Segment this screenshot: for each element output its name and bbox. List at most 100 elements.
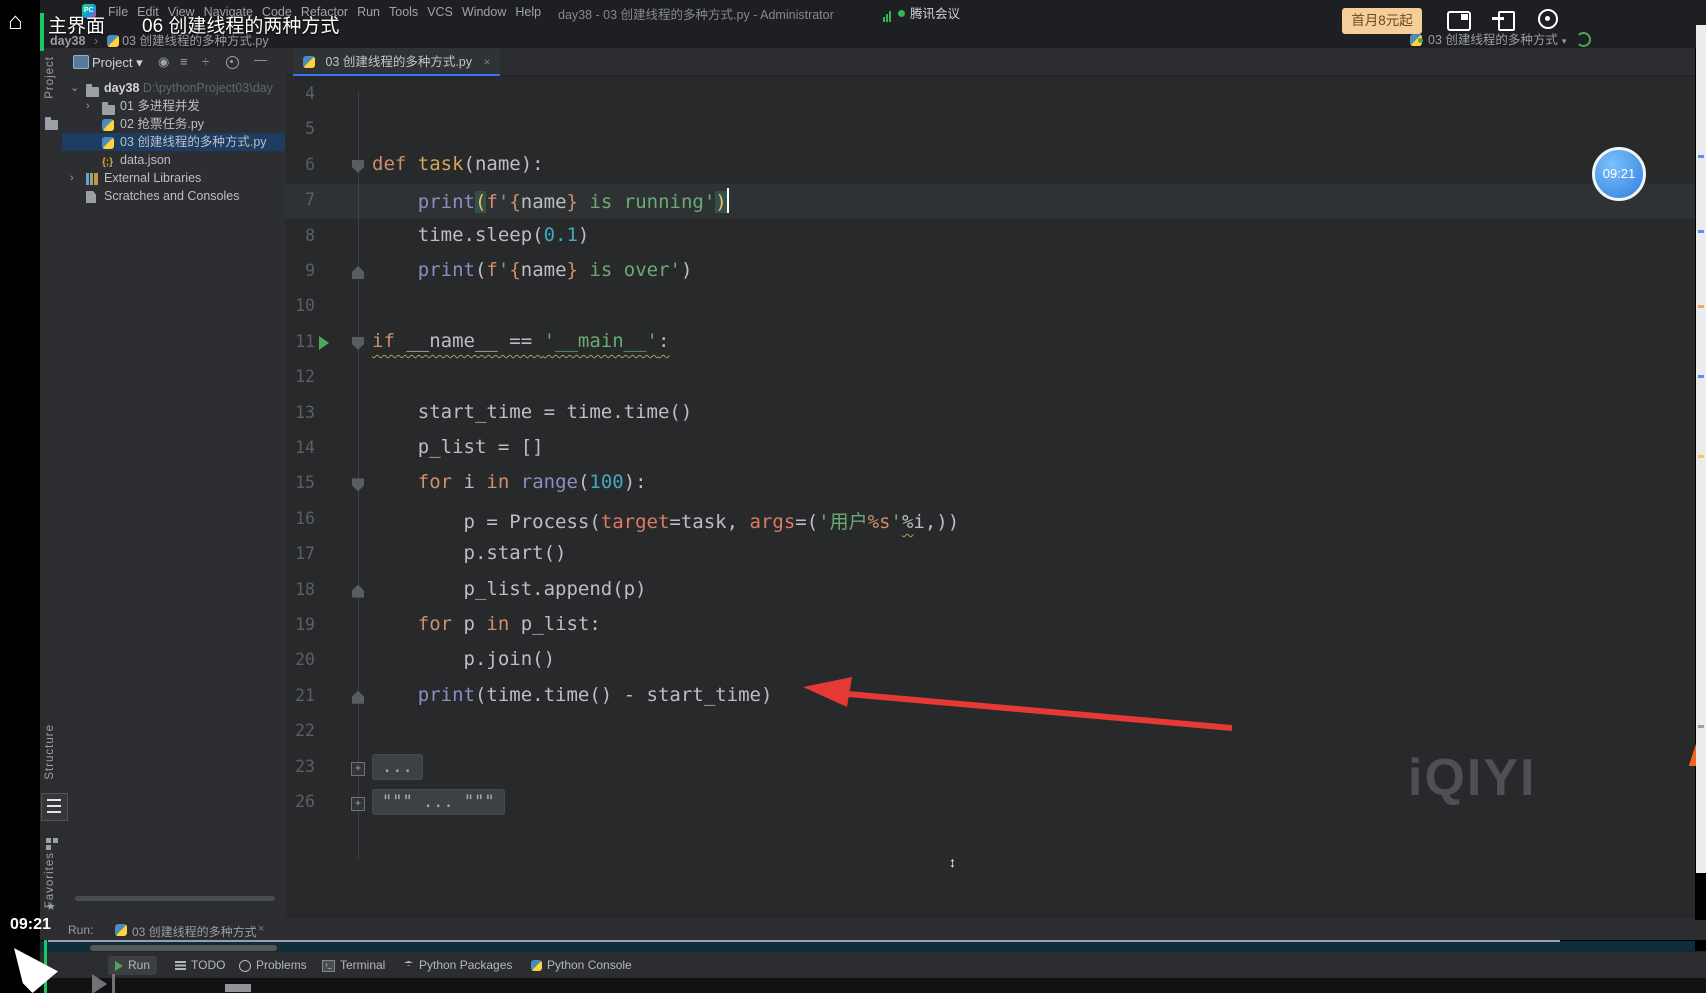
code-text[interactable]: for p in p_list: (372, 613, 601, 635)
play-icon[interactable] (92, 974, 107, 993)
line-number[interactable]: 9 (285, 261, 315, 280)
code-line[interactable]: 11 if __name__ == '__main__': (285, 326, 1685, 361)
project-panel-title[interactable]: Project ▾ (92, 55, 143, 71)
tree-item[interactable]: Scratches and Consoles (62, 187, 285, 205)
code-text[interactable]: start_time = time.time() (372, 401, 693, 423)
fold-marker-icon[interactable] (352, 478, 364, 492)
line-number[interactable]: 14 (285, 438, 315, 457)
menu-tools[interactable]: Tools (389, 5, 418, 19)
code-text[interactable]: time.sleep(0.1) (372, 224, 590, 246)
playlist-icon[interactable] (41, 793, 68, 821)
folder-icon[interactable] (45, 116, 58, 134)
line-number[interactable]: 20 (285, 650, 315, 669)
line-number[interactable]: 26 (285, 792, 315, 811)
code-text[interactable]: print(f'{name} is over') (372, 259, 693, 281)
code-line[interactable]: 5 (285, 113, 1685, 148)
tree-item[interactable]: ⌄ day38 D:\pythonProject03\day (62, 79, 285, 97)
code-line[interactable]: 18 p_list.append(p) (285, 574, 1685, 609)
settings-gear-icon[interactable] (1538, 9, 1558, 29)
tree-chevron-icon[interactable]: ⌄ (70, 79, 79, 97)
line-number[interactable]: 23 (285, 757, 315, 776)
close-icon[interactable]: × (483, 55, 490, 69)
video-seek-line[interactable] (48, 940, 1560, 942)
locate-icon[interactable]: ◉ (158, 54, 169, 70)
menu-help[interactable]: Help (515, 5, 541, 19)
toolwindow-button-python-packages[interactable]: Python Packages (396, 956, 519, 975)
menu-window[interactable]: Window (462, 5, 506, 19)
line-number[interactable]: 15 (285, 473, 315, 492)
menu-vcs[interactable]: VCS (427, 5, 453, 19)
code-text[interactable]: p_list = [] (372, 436, 544, 458)
code-line[interactable]: 17 p.start() (285, 538, 1685, 573)
code-line[interactable]: 19 for p in p_list: (285, 609, 1685, 644)
code-line[interactable]: 13 start_time = time.time() (285, 397, 1685, 432)
run-tab-title[interactable]: 03 创建线程的多种方式 (132, 923, 257, 940)
code-line[interactable]: 6 def task(name): (285, 149, 1685, 184)
code-text[interactable]: print(time.time() - start_time) (372, 684, 773, 706)
tree-item[interactable]: 02 抢票任务.py (62, 115, 285, 133)
floating-time-bubble[interactable]: 09:21 (1592, 147, 1646, 201)
close-icon[interactable]: × (258, 923, 264, 935)
run-gutter-icon[interactable] (319, 335, 329, 350)
stripe-project-button[interactable]: Project (44, 56, 56, 99)
line-number[interactable]: 19 (285, 615, 315, 634)
meeting-indicator[interactable]: 腾讯会议 (883, 3, 960, 22)
line-number[interactable]: 7 (285, 190, 315, 209)
code-line[interactable]: 4 (285, 78, 1685, 113)
code-text[interactable]: p = Process(target=task, args=('用户%s'%i,… (372, 507, 960, 534)
stripe-structure-button[interactable]: Structure (44, 724, 56, 780)
chevron-down-icon[interactable]: ▾ (1562, 36, 1567, 46)
rerun-icon[interactable] (1576, 32, 1592, 48)
line-number[interactable]: 10 (285, 296, 315, 315)
tree-chevron-icon[interactable]: › (70, 169, 74, 187)
line-number[interactable]: 4 (285, 84, 315, 103)
toolwindow-button-run[interactable]: Run (108, 956, 158, 975)
toolwindow-button-terminal[interactable]: ›_ Terminal (315, 956, 392, 975)
menu-file[interactable]: File (108, 5, 128, 19)
line-number[interactable]: 12 (285, 367, 315, 386)
code-line[interactable]: 16 p = Process(target=task, args=('用户%s'… (285, 503, 1685, 538)
tree-chevron-icon[interactable]: › (86, 97, 90, 115)
code-line[interactable]: 21 print(time.time() - start_time) (285, 680, 1685, 715)
unfold-marker-icon[interactable]: + (351, 761, 365, 776)
code-text[interactable]: def task(name): (372, 153, 544, 175)
editor-tab[interactable]: 03 创建线程的多种方式.py × (293, 48, 501, 76)
fold-marker-icon[interactable] (352, 336, 364, 350)
line-number[interactable]: 18 (285, 580, 315, 599)
tree-item[interactable]: {;} data.json (62, 151, 285, 169)
line-number[interactable]: 21 (285, 686, 315, 705)
line-number[interactable]: 17 (285, 544, 315, 563)
tree-item[interactable]: › 01 多进程并发 (62, 97, 285, 115)
home-icon[interactable]: ⌂ (8, 8, 23, 36)
run-config-selector[interactable]: 03 创建线程的多种方式 ▾ (1410, 29, 1592, 49)
code-line[interactable]: 10 (285, 290, 1685, 325)
code-line[interactable]: 22 (285, 715, 1685, 750)
code-line[interactable]: 7 print(f'{name} is running') (285, 184, 1685, 219)
line-number[interactable]: 8 (285, 226, 315, 245)
line-number[interactable]: 6 (285, 155, 315, 174)
collapse-all-icon[interactable]: ÷ (202, 54, 209, 69)
code-line[interactable]: 14 p_list = [] (285, 432, 1685, 467)
unfold-marker-icon[interactable]: + (351, 797, 365, 811)
fold-marker-icon[interactable] (352, 266, 364, 279)
line-number[interactable]: 11 (285, 332, 315, 351)
hide-panel-icon[interactable]: — (254, 52, 267, 67)
code-line[interactable]: 20 p.join() (285, 644, 1685, 679)
structure-icon[interactable] (46, 838, 58, 850)
code-text[interactable]: for i in range(100): (372, 471, 647, 493)
toolwindow-button-todo[interactable]: TODO (168, 956, 232, 975)
expand-all-icon[interactable]: ≡ (180, 54, 188, 69)
tree-item[interactable]: › External Libraries (62, 169, 285, 187)
fold-marker-icon[interactable] (352, 159, 364, 173)
code-line[interactable]: 9 print(f'{name} is over') (285, 255, 1685, 290)
code-line[interactable]: 12 (285, 361, 1685, 396)
code-text[interactable]: p_list.append(p) (372, 578, 647, 600)
code-text[interactable]: p.start() (372, 542, 567, 564)
fold-marker-icon[interactable] (352, 690, 364, 704)
mini-player-icon[interactable] (1447, 11, 1471, 31)
horizontal-scrollbar[interactable] (75, 896, 275, 901)
video-control-chip[interactable] (225, 984, 251, 992)
code-text[interactable]: """ ... """ (372, 789, 505, 815)
line-number[interactable]: 13 (285, 403, 315, 422)
code-line[interactable]: 15 for i in range(100): (285, 467, 1685, 502)
